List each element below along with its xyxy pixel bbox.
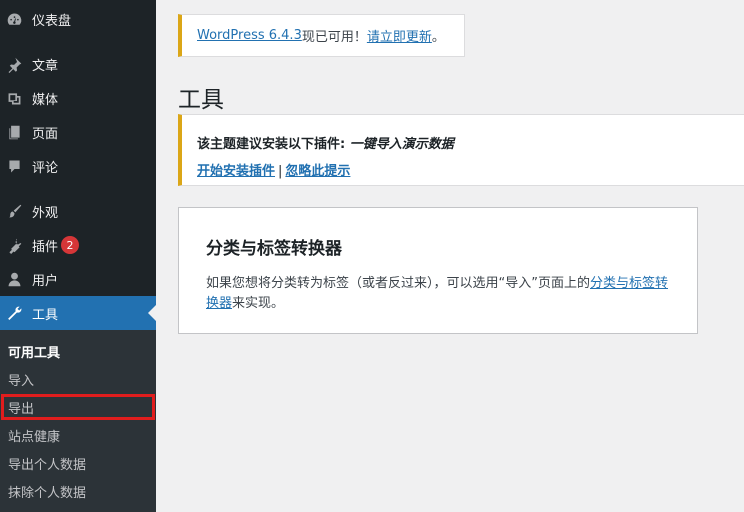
user-icon [4,269,24,289]
admin-sidebar: 仪表盘 文章 媒体 页面 评论 外观 插件 2 用户 工具 可用工具 导入 导出… [0,0,156,512]
begin-install-plugins-link[interactable]: 开始安装插件 [197,164,275,179]
menu-label: 评论 [32,160,59,176]
menu-item-dashboard[interactable]: 仪表盘 [0,2,156,36]
menu-item-plugins[interactable]: 插件 2 [0,228,156,262]
update-notice-text: 现已可用！ [301,30,367,45]
submenu-item-import[interactable]: 导入 [0,365,156,393]
submenu-item-export-personal-data[interactable]: 导出个人数据 [0,449,156,477]
update-now-link[interactable]: 请立即更新 [367,26,432,45]
tools-submenu: 可用工具 导入 导出 站点健康 导出个人数据 抹除个人数据 [0,330,156,512]
menu-item-users[interactable]: 用户 [0,262,156,296]
submenu-item-erase-personal-data[interactable]: 抹除个人数据 [0,477,156,505]
menu-item-comments[interactable]: 评论 [0,149,156,183]
plugin-notice-actions: 开始安装插件 | 忽略此提示 [197,160,744,179]
link-separator: | [278,164,283,179]
pin-icon [4,54,24,74]
menu-item-pages[interactable]: 页面 [0,115,156,149]
card-desc-end: 来实现。 [232,296,285,311]
recommended-plugin-name: 一键导入演示数据 [349,137,454,152]
menu-item-appearance[interactable]: 外观 [0,194,156,228]
submenu-item-site-health[interactable]: 站点健康 [0,421,156,449]
page-icon [4,122,24,142]
menu-label: 用户 [32,273,59,289]
menu-label: 工具 [32,307,59,323]
comment-icon [4,156,24,176]
submenu-item-available-tools[interactable]: 可用工具 [0,337,156,365]
plugin-recommendation-notice: 该主题建议安装以下插件: 一键导入演示数据 开始安装插件 | 忽略此提示 [178,114,744,186]
menu-label: 文章 [32,58,59,74]
page-title: 工具 [178,87,224,113]
menu-label: 页面 [32,126,59,142]
menu-item-posts[interactable]: 文章 [0,47,156,81]
menu-label: 媒体 [32,92,59,108]
brush-icon [4,201,24,221]
wordpress-version-link[interactable]: WordPress 6.4.3 [197,28,302,43]
card-title: 分类与标签转换器 [206,239,342,259]
media-icon [4,88,24,108]
update-notice-end: 。 [431,30,445,45]
plugin-icon [4,235,24,255]
plugin-notice-text: 该主题建议安装以下插件: [197,137,350,152]
menu-label: 外观 [32,205,59,221]
update-notice: WordPress 6.4.3 现已可用！ 请立即更新 。 [178,14,465,57]
menu-label: 插件 [32,239,59,255]
menu-label: 仪表盘 [32,13,72,29]
card-description: 如果您想将分类转为标签（或者反过来），可以选用“导入”页面上的分类与标签转换器来… [206,274,671,314]
wrench-icon [4,303,24,323]
dismiss-notice-link[interactable]: 忽略此提示 [285,164,350,179]
plugin-notice-message: 该主题建议安装以下插件: 一键导入演示数据 [197,133,744,152]
menu-item-tools[interactable]: 工具 [0,296,156,330]
menu-item-media[interactable]: 媒体 [0,81,156,115]
converter-tool-card: 分类与标签转换器 如果您想将分类转为标签（或者反过来），可以选用“导入”页面上的… [178,207,698,334]
dashboard-icon [4,9,24,29]
plugin-update-badge: 2 [61,236,80,254]
card-desc-text: 如果您想将分类转为标签（或者反过来），可以选用“导入”页面上的 [206,276,590,291]
export-highlight-box [1,394,155,420]
